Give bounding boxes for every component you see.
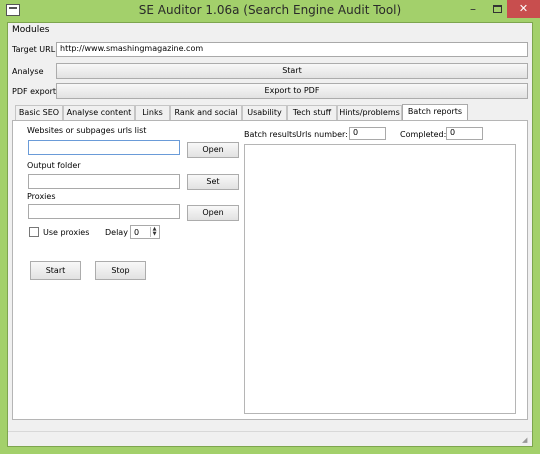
client-area: Modules Target URL http://www.smashingma…	[7, 22, 533, 447]
tab-usability[interactable]: Usability	[242, 105, 287, 120]
spin-arrows-icon[interactable]: ▲ ▼	[150, 227, 158, 237]
delay-label: Delay	[105, 228, 128, 237]
target-url-label: Target URL	[12, 45, 56, 54]
target-url-input[interactable]: http://www.smashingmagazine.com	[56, 42, 528, 57]
batch-results-label: Batch results	[244, 130, 297, 139]
open-proxies-button[interactable]: Open	[187, 205, 239, 221]
export-pdf-button[interactable]: Export to PDF	[56, 83, 528, 99]
pdf-export-label: PDF export	[12, 87, 57, 96]
urls-number-field[interactable]: 0	[349, 127, 386, 140]
start-analyse-button[interactable]: Start	[56, 63, 528, 79]
maximize-icon	[493, 5, 502, 13]
batch-reports-panel: Websites or subpages urls list Open Outp…	[12, 120, 528, 420]
menu-modules[interactable]: Modules	[12, 25, 49, 35]
proxies-input[interactable]	[28, 204, 180, 219]
output-folder-label: Output folder	[27, 161, 81, 170]
title-bar[interactable]: SE Auditor 1.06a (Search Engine Audit To…	[0, 0, 540, 22]
open-urls-button[interactable]: Open	[187, 142, 239, 158]
status-bar: ◢	[8, 431, 532, 446]
completed-label: Completed:	[400, 130, 447, 139]
close-button[interactable]: ✕	[507, 0, 540, 18]
set-output-button[interactable]: Set	[187, 174, 239, 190]
minimize-button[interactable]: –	[461, 2, 485, 18]
use-proxies-checkbox[interactable]	[29, 227, 39, 237]
tab-analyse-content[interactable]: Analyse content	[63, 105, 135, 120]
output-folder-input[interactable]	[28, 174, 180, 189]
tab-hints-problems[interactable]: Hints/problems	[337, 105, 402, 120]
urls-list-input[interactable]	[28, 140, 180, 155]
tab-tech-stuff[interactable]: Tech stuff	[287, 105, 337, 120]
urls-list-label: Websites or subpages urls list	[27, 126, 147, 135]
delay-spinbox[interactable]: 0 ▲ ▼	[130, 225, 160, 239]
tab-basic-seo[interactable]: Basic SEO	[15, 105, 63, 120]
tab-links[interactable]: Links	[135, 105, 170, 120]
tab-rank-and-social[interactable]: Rank and social	[170, 105, 242, 120]
batch-results-list[interactable]	[244, 144, 516, 414]
use-proxies-label: Use proxies	[43, 228, 90, 237]
delay-value: 0	[134, 228, 140, 237]
resize-grip-icon[interactable]: ◢	[522, 436, 530, 444]
proxies-label: Proxies	[27, 192, 56, 201]
completed-field[interactable]: 0	[446, 127, 483, 140]
batch-start-button[interactable]: Start	[30, 261, 81, 280]
window-title: SE Auditor 1.06a (Search Engine Audit To…	[138, 3, 402, 17]
tab-batch-reports[interactable]: Batch reports	[402, 104, 468, 121]
menu-bar: Modules	[8, 23, 532, 41]
analyse-label: Analyse	[12, 67, 44, 76]
urls-number-label: Urls number:	[296, 130, 348, 139]
app-window: SE Auditor 1.06a (Search Engine Audit To…	[0, 0, 540, 454]
batch-stop-button[interactable]: Stop	[95, 261, 146, 280]
